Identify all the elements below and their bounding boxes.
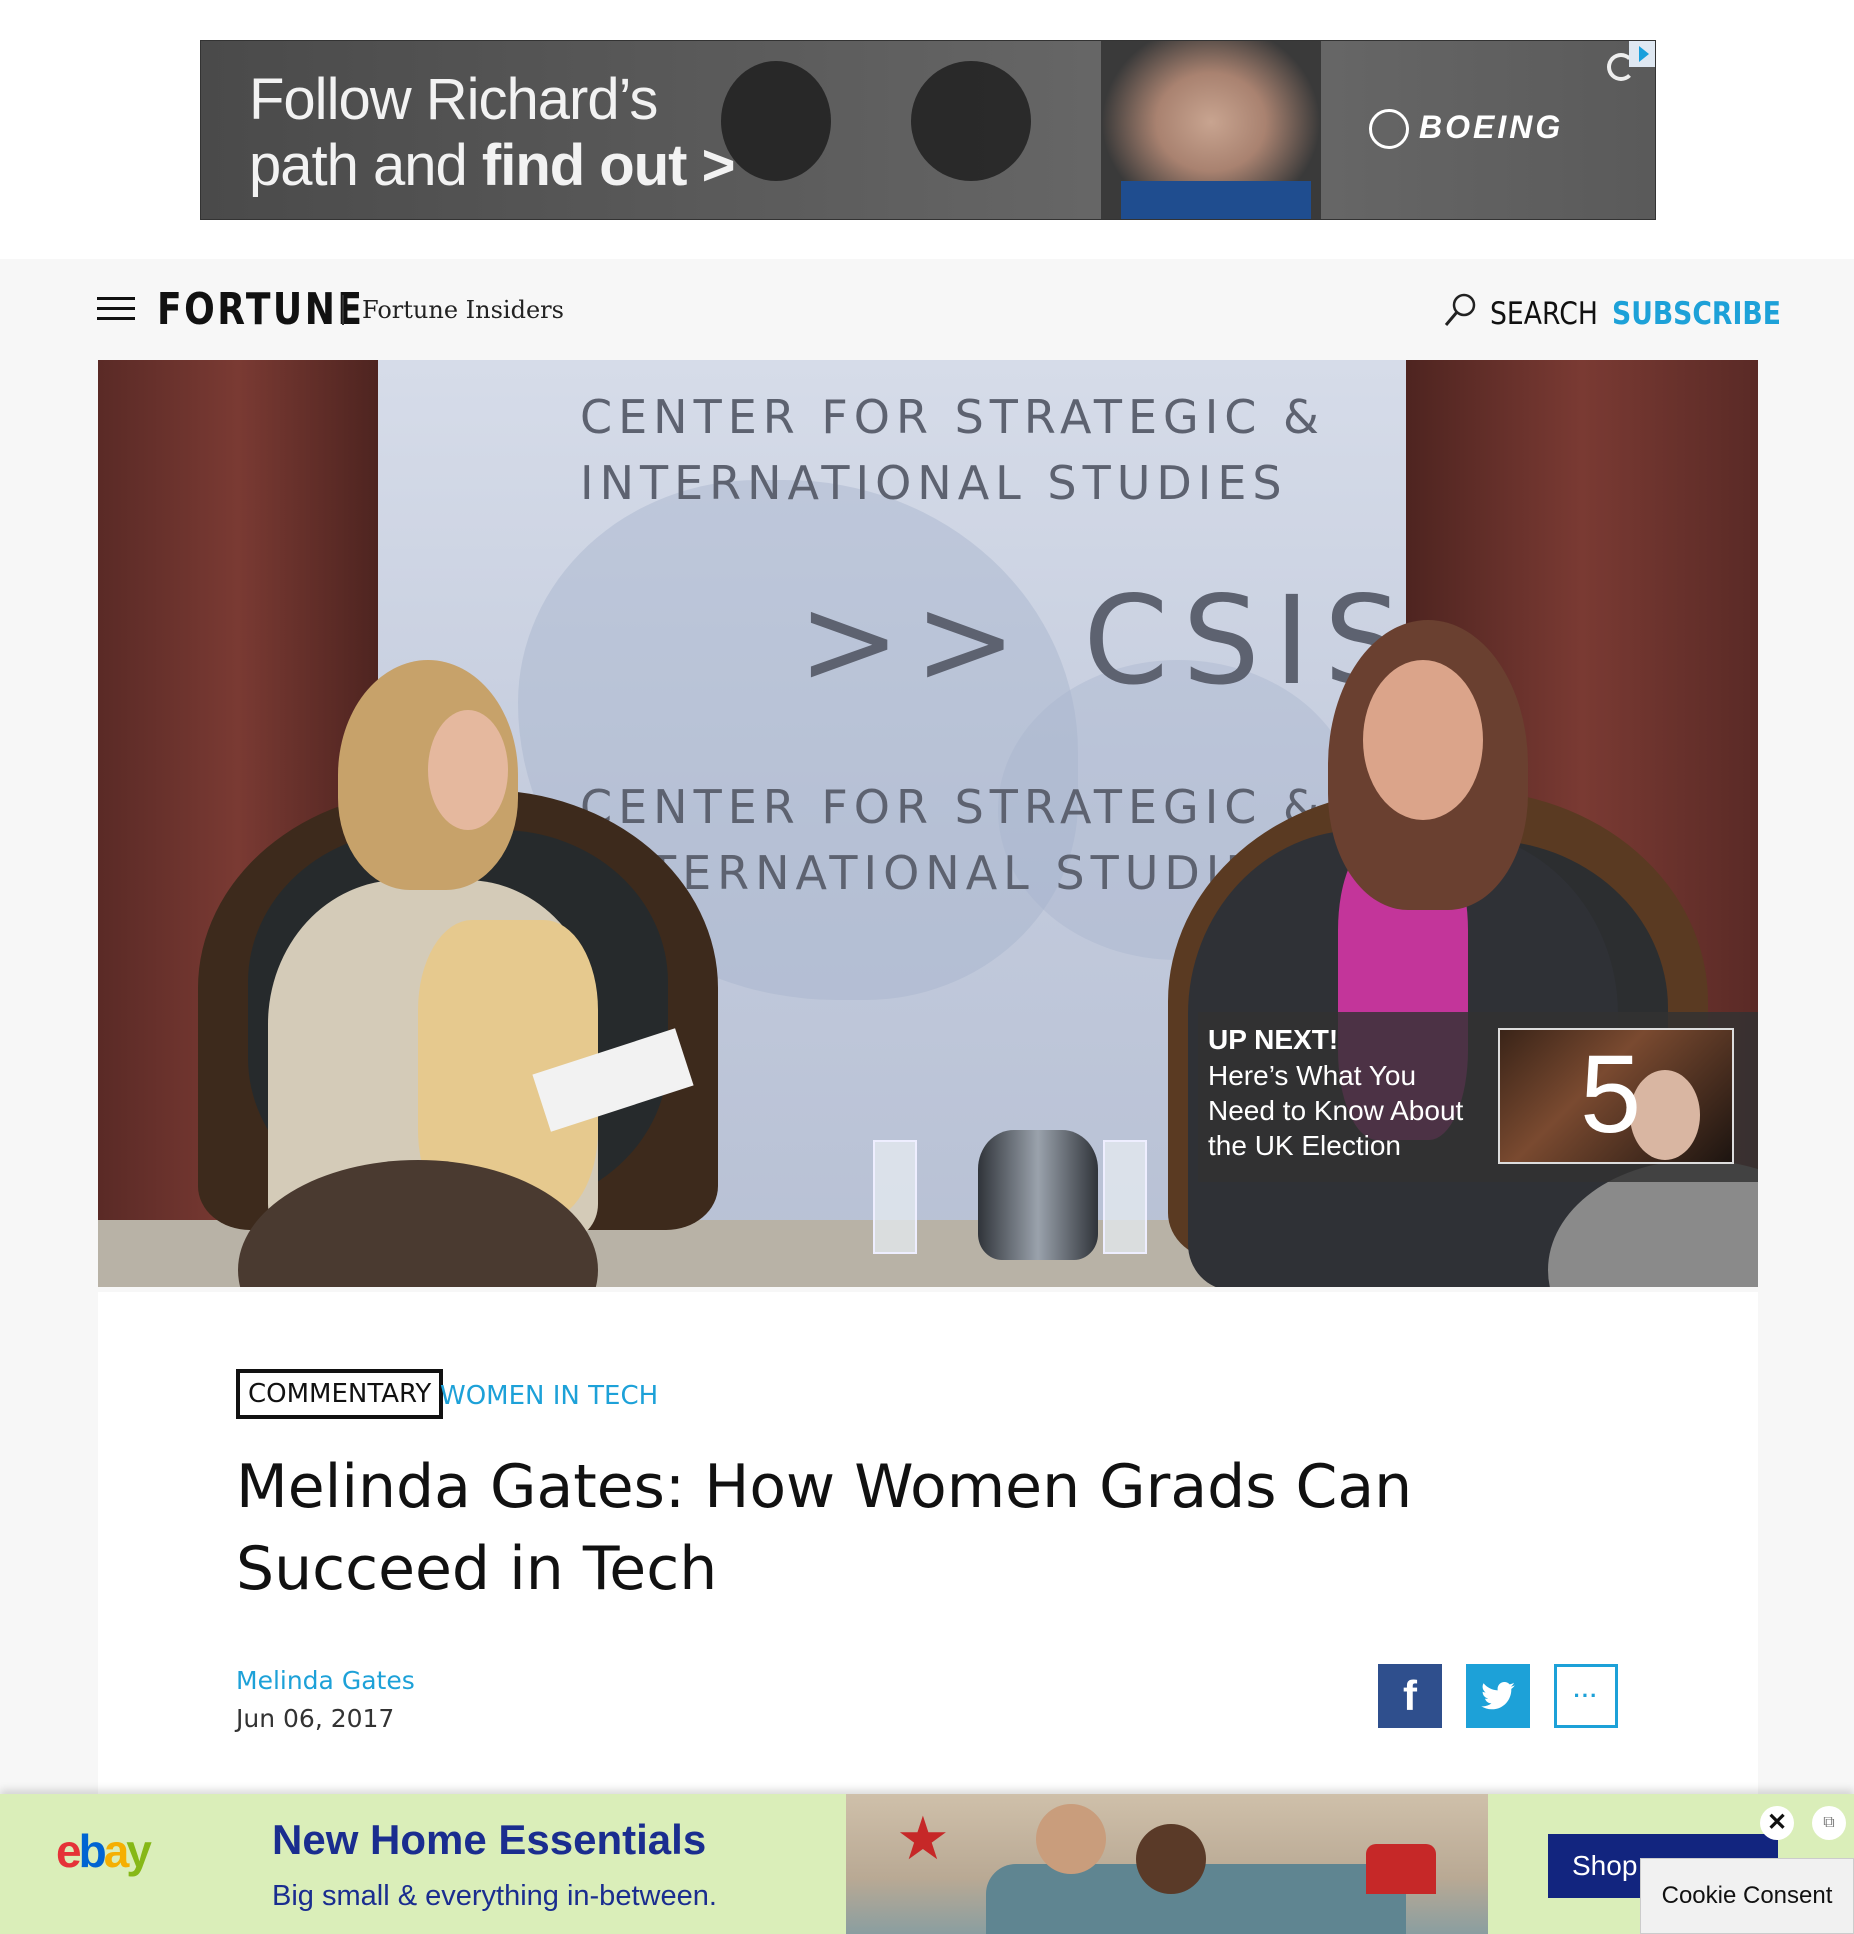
ad-person-shirt <box>1121 181 1311 219</box>
tag-women-in-tech[interactable]: WOMEN IN TECH <box>440 1376 658 1416</box>
author-link[interactable]: Melinda Gates <box>236 1666 415 1695</box>
backdrop-text: CENTER FOR STRATEGIC & <box>580 390 1325 444</box>
ebay-logo: ebay <box>56 1825 152 1877</box>
boeing-banner-ad[interactable]: Follow Richard’s path and find out > BOE… <box>200 40 1656 220</box>
more-share-button[interactable]: ··· <box>1554 1664 1618 1728</box>
up-next-title[interactable]: Here’s What You Need to Know About the U… <box>1208 1058 1478 1163</box>
ad-subhead: Big small & everything in-between. <box>272 1880 717 1912</box>
water-glass <box>873 1140 917 1254</box>
interviewer-face <box>428 710 508 830</box>
water-glass <box>1103 1140 1147 1254</box>
publish-date: Jun 06, 2017 <box>236 1704 395 1733</box>
up-next-label: UP NEXT! <box>1208 1024 1339 1055</box>
up-next-countdown: 5 <box>1580 1033 1642 1156</box>
search-icon[interactable] <box>1443 292 1477 328</box>
ad-background-shape <box>721 61 831 181</box>
section-title[interactable]: Fortune Insiders <box>362 296 564 324</box>
ad-photo-person <box>1136 1824 1206 1894</box>
video-player[interactable]: CENTER FOR STRATEGIC & INTERNATIONAL STU… <box>98 360 1758 1287</box>
up-next-thumbnail[interactable]: 5 <box>1498 1028 1734 1164</box>
ad-arrow-icon: > <box>701 133 736 198</box>
ad-headline-bold: find out <box>481 133 688 198</box>
hamburger-menu-icon[interactable] <box>97 297 135 321</box>
logo-divider <box>342 295 344 325</box>
facebook-share-button[interactable]: f <box>1378 1664 1442 1728</box>
facebook-icon: f <box>1403 1672 1417 1719</box>
ad-background-shape <box>911 61 1031 181</box>
ad-headline: New Home Essentials <box>272 1816 707 1863</box>
expand-icon[interactable]: ⧉ <box>1812 1806 1846 1840</box>
search-button[interactable]: SEARCH <box>1490 296 1598 332</box>
fortune-logo[interactable]: FORTUNE <box>157 284 364 335</box>
boeing-logo-text: BOEING <box>1419 109 1564 145</box>
ad-photo-lamp <box>1366 1844 1436 1894</box>
boeing-logo-icon <box>1369 109 1409 149</box>
ad-photo: ★ <box>846 1794 1488 1934</box>
star-icon: ★ <box>896 1805 950 1872</box>
subscribe-link[interactable]: SUBSCRIBE <box>1612 296 1781 332</box>
ad-headline-line2[interactable]: path and find out > <box>249 133 736 199</box>
ad-headline-regular: path and <box>249 133 482 198</box>
adchoices-icon[interactable] <box>1629 41 1655 67</box>
article-headline: Melinda Gates: How Women Grads Can Succe… <box>236 1452 1413 1604</box>
backdrop-text: CENTER FOR STRATEGIC & <box>580 780 1325 834</box>
water-pitcher <box>978 1130 1098 1260</box>
close-icon[interactable]: ✕ <box>1760 1806 1794 1840</box>
speaker-face <box>1363 660 1483 820</box>
cookie-consent-button[interactable]: Cookie Consent <box>1640 1858 1854 1934</box>
ad-photo-person <box>1036 1804 1106 1874</box>
twitter-icon <box>1481 1682 1515 1710</box>
tag-commentary[interactable]: COMMENTARY <box>236 1369 444 1419</box>
backdrop-logo-text: >> CSIS <box>798 570 1416 712</box>
ebay-banner-ad[interactable]: ebay New Home Essentials Big small & eve… <box>0 1794 1854 1934</box>
backdrop-text: INTERNATIONAL STUDIES <box>588 846 1296 900</box>
ad-headline-line1: Follow Richard’s <box>249 67 658 132</box>
up-next-overlay[interactable]: UP NEXT! Here’s What You Need to Know Ab… <box>1198 1012 1758 1182</box>
twitter-share-button[interactable] <box>1466 1664 1530 1728</box>
backdrop-text: INTERNATIONAL STUDIES <box>580 456 1288 510</box>
